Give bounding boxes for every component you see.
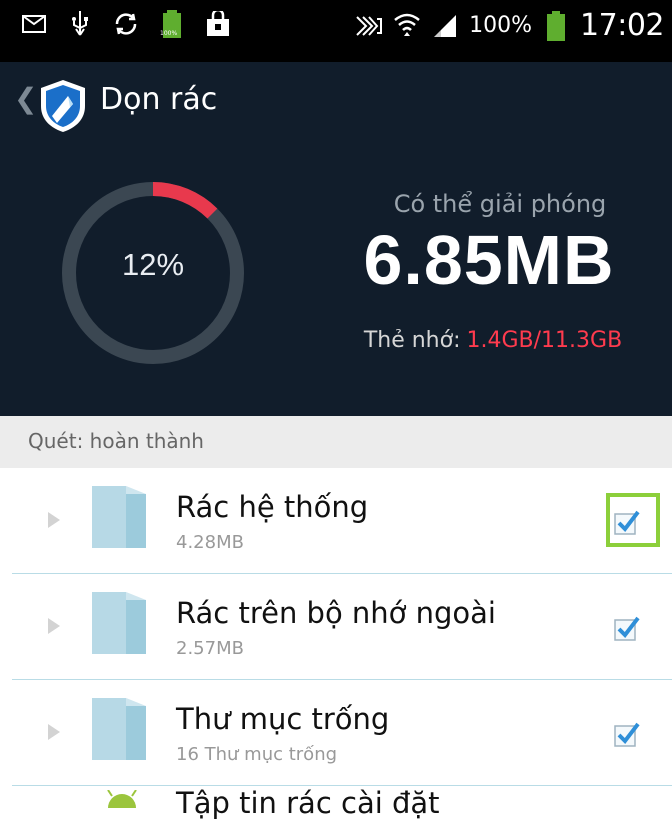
storage-info: Thẻ nhớ: 1.4GB/11.3GB	[328, 328, 658, 353]
clock-time: 17:02	[580, 8, 664, 43]
usb-icon	[66, 10, 94, 38]
select-checkbox[interactable]	[614, 509, 640, 535]
select-checkbox[interactable]	[614, 721, 640, 747]
expand-arrow-icon[interactable]	[48, 724, 60, 740]
releasable-label: Có thể giải phóng	[393, 190, 607, 218]
scan-status-text: Quét: hoàn thành	[28, 429, 204, 453]
signal-icon	[431, 12, 459, 40]
usage-progress-arc	[152, 182, 218, 219]
item-count: 16 Thư mục trống	[176, 744, 338, 765]
status-bar: 100% 100% 17:02	[0, 0, 672, 62]
usage-percent: 12%	[121, 247, 185, 282]
battery-full-icon: 100%	[158, 10, 186, 38]
item-title: Thư mục trống	[176, 702, 390, 736]
battery-mini-label: 100%	[160, 30, 178, 37]
battery-icon	[542, 10, 570, 41]
list-item-install-junk[interactable]: Tập tin rác cài đặt	[0, 780, 672, 820]
status-left-icons: 100%	[20, 10, 232, 38]
junk-category-list: Rác hệ thống 4.28MB Rác trên bộ nhớ ngoà…	[0, 468, 672, 820]
list-item-empty-folders[interactable]: Thư mục trống 16 Thư mục trống	[0, 680, 672, 786]
shopping-bag-icon	[204, 10, 232, 38]
battery-percent: 100%	[469, 13, 533, 38]
shield-compass-app-icon[interactable]	[37, 78, 89, 134]
item-title: Rác trên bộ nhớ ngoài	[176, 596, 496, 630]
android-icon	[107, 790, 137, 808]
list-item-system-junk[interactable]: Rác hệ thống 4.28MB	[0, 468, 672, 574]
folder-icon	[92, 698, 146, 760]
mail-icon	[20, 10, 48, 38]
status-right-icons: 100% 17:02	[355, 8, 664, 43]
item-size: 2.57MB	[176, 638, 244, 659]
sync-icon	[112, 10, 140, 38]
item-title: Rác hệ thống	[176, 490, 369, 524]
wifi-icon	[393, 12, 421, 40]
folder-icon	[92, 486, 146, 548]
releasable-size: 6.85MB	[363, 221, 615, 299]
item-title: Tập tin rác cài đặt	[176, 786, 440, 820]
item-size: 4.28MB	[176, 532, 244, 553]
storage-label: Thẻ nhớ:	[363, 328, 461, 353]
junk-clean-header: ❮ Dọn rác 12% Có thể giải phóng 6.85MB T…	[0, 62, 672, 416]
storage-value: 1.4GB/11.3GB	[466, 328, 623, 353]
expand-arrow-icon[interactable]	[48, 618, 60, 634]
expand-arrow-icon[interactable]	[48, 512, 60, 528]
folder-icon	[92, 592, 146, 654]
scan-status-bar: Quét: hoàn thành	[0, 416, 672, 468]
nfc-icon	[355, 12, 383, 40]
page-title: Dọn rác	[100, 82, 218, 117]
list-item-external-storage-junk[interactable]: Rác trên bộ nhớ ngoài 2.57MB	[0, 574, 672, 680]
select-checkbox[interactable]	[614, 615, 640, 641]
back-chevron-icon[interactable]: ❮	[14, 82, 37, 115]
